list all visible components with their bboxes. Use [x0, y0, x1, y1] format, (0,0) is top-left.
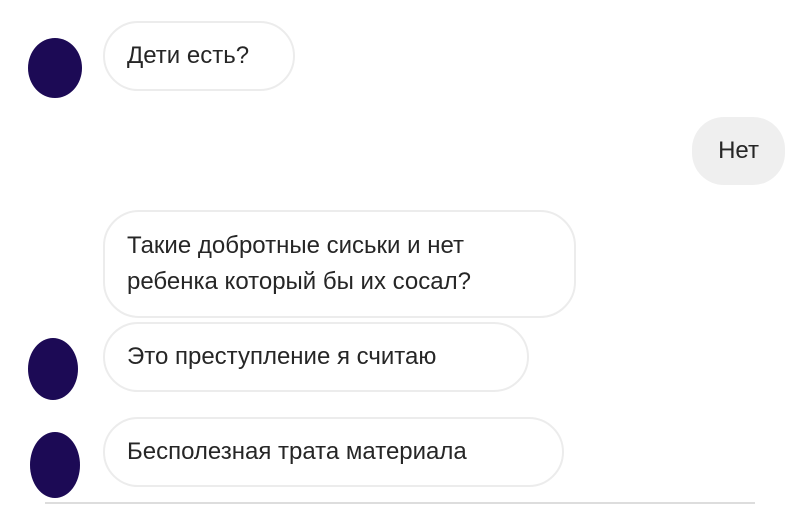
- message-text: Нет: [718, 137, 759, 164]
- message-text-line: Такие добротные сиськи и нет: [127, 232, 464, 259]
- message-text: Это преступление я считаю: [127, 343, 437, 370]
- message-bubble-incoming[interactable]: Бесполезная трата материала: [103, 417, 564, 487]
- message-text: Дети есть?: [127, 42, 250, 69]
- composer-edge: [45, 502, 755, 504]
- message-bubble-outgoing[interactable]: Нет: [692, 117, 785, 185]
- message-text: Бесполезная трата материала: [127, 438, 467, 465]
- message-bubble-incoming[interactable]: Это преступление я считаю: [103, 322, 529, 392]
- message-bubble-incoming[interactable]: Дети есть?: [103, 21, 295, 91]
- avatar[interactable]: [28, 338, 78, 400]
- avatar[interactable]: [28, 38, 82, 98]
- message-text-line: ребенка который бы их сосал?: [127, 268, 471, 295]
- avatar[interactable]: [30, 432, 80, 498]
- message-bubble-incoming[interactable]: Такие добротные сиськи и нет ребенка кот…: [103, 210, 576, 318]
